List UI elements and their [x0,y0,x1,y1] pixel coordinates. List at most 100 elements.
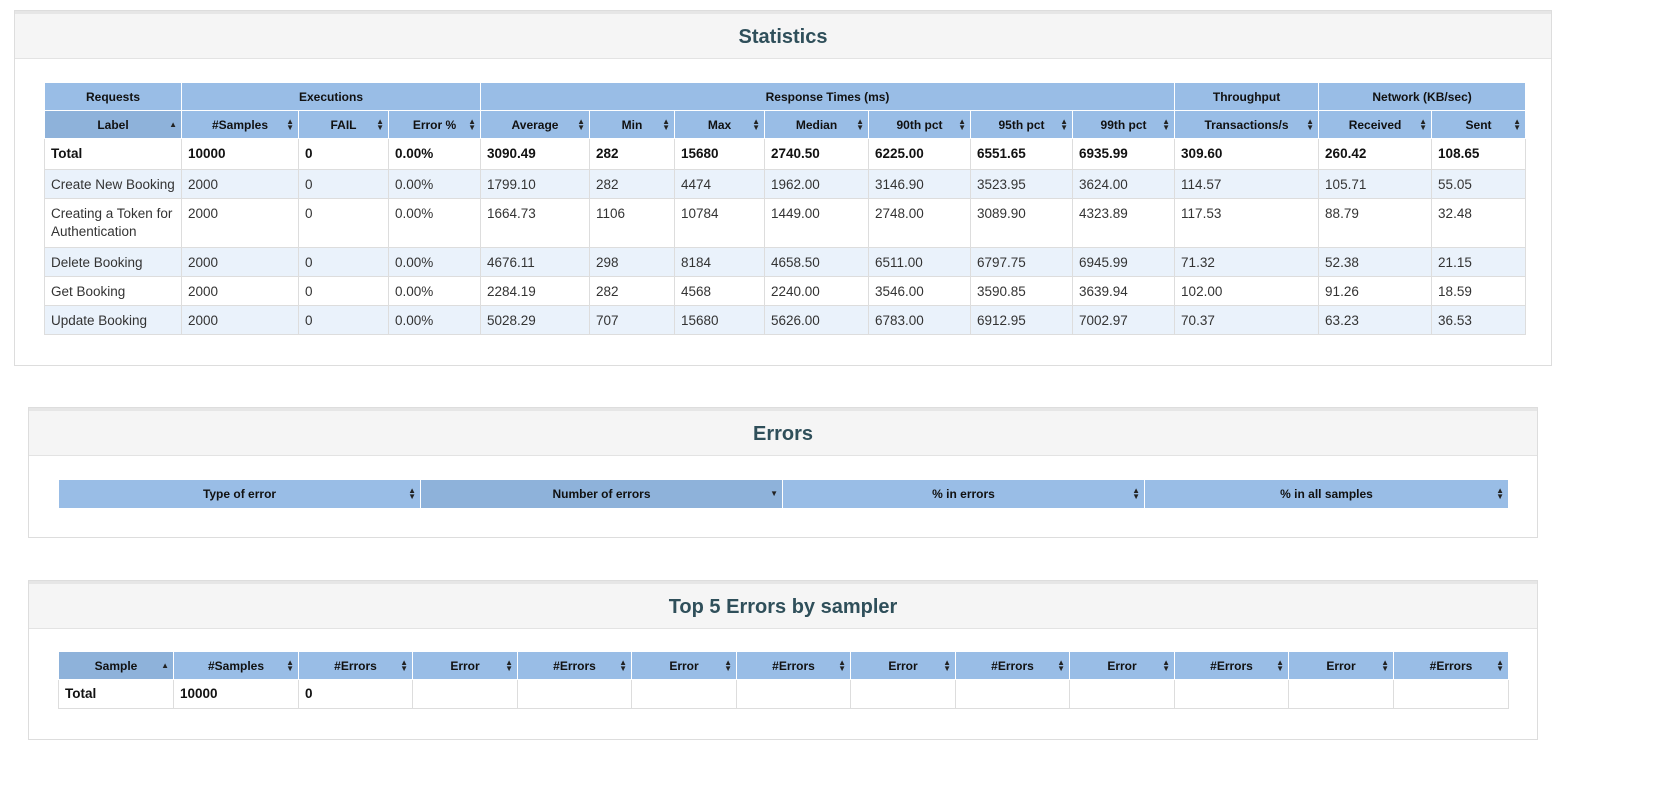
table-cell: 0.00% [387,198,482,248]
table-cell: 4658.50 [764,247,870,277]
column-header-error[interactable]: Error ▲ ▼ [1288,651,1394,680]
table-cell: 4323.89 [1072,198,1176,248]
column-header-label: Max [707,117,732,132]
table-cell [1288,679,1394,709]
table-cell: Update Booking [44,305,182,335]
table-cell: 5626.00 [764,305,870,335]
table-cell: 2000 [181,198,299,248]
table-cell: 6225.00 [868,138,972,170]
table-cell [850,679,956,709]
column-header-sent[interactable]: Sent ▲ ▼ [1431,110,1527,139]
column-header-in-errors[interactable]: % in errors ▲ ▼ [782,479,1145,509]
column-header-label: #Errors [991,658,1034,673]
table-cell: 4676.11 [480,247,591,277]
column-header-errors[interactable]: #Errors ▲ ▼ [517,651,632,680]
sort-both-icon: ▲ ▼ [958,116,967,132]
column-header-label: Number of errors [552,487,651,501]
table-cell: 6511.00 [868,247,972,277]
table-cell: 18.59 [1431,276,1527,306]
table-row: Delete Booking 2000 0 0.00% 4676.11 298 8184 46… [44,247,1527,277]
table-cell: 1106 [589,198,676,248]
column-header-in-all-samples[interactable]: % in all samples ▲ ▼ [1144,479,1509,509]
table-cell: 0 [298,305,389,335]
column-header-median[interactable]: Median ▲ ▼ [764,110,870,139]
sort-both-icon: ▲ ▼ [1060,116,1069,132]
column-header-error[interactable]: Error ▲ ▼ [631,651,737,680]
column-header-errors[interactable]: #Errors ▲ ▼ [1174,651,1289,680]
column-header-number-of-errors[interactable]: Number of errors ▼ [420,479,783,509]
column-header-error[interactable]: Error ▲ ▼ [412,651,518,680]
column-header-errors[interactable]: #Errors ▲ ▼ [298,651,413,680]
column-header-received[interactable]: Received ▲ ▼ [1318,110,1433,139]
top5-title: Top 5 Errors by sampler [29,581,1537,629]
column-header-transactions-s[interactable]: Transactions/s ▲ ▼ [1174,110,1320,139]
column-header-samples[interactable]: #Samples ▲ ▼ [173,651,299,680]
column-header-label: #Errors [553,658,596,673]
column-header-label: 95th pct [998,117,1045,132]
sort-both-icon: ▲ ▼ [943,657,951,673]
table-cell: 3090.49 [480,138,591,170]
table-cell: 36.53 [1431,305,1527,335]
table-cell: Get Booking [44,276,182,306]
column-header-sample[interactable]: Sample ▲ [58,651,174,680]
column-header-label: #Samples [207,658,265,673]
column-header-label: Sample [94,658,138,673]
column-group-network-kb-sec: Network (KB/sec) [1318,82,1527,111]
column-header-fail[interactable]: FAIL ▲ ▼ [298,110,389,139]
table-cell: 0 [298,679,413,709]
column-header-samples[interactable]: #Samples ▲ ▼ [181,110,299,139]
table-cell: 0 [298,247,389,277]
table-cell: 0.00% [387,247,482,277]
column-header-90th-pct[interactable]: 90th pct ▲ ▼ [868,110,972,139]
column-header-label[interactable]: Label ▲ [44,110,182,139]
column-header-error[interactable]: Error ▲ ▼ [850,651,956,680]
column-header-label: Average [511,117,559,132]
column-header-label: #Errors [1429,658,1473,673]
column-header-label: Error [1326,658,1356,673]
column-header-error[interactable]: Error ▲ ▼ [1069,651,1175,680]
table-cell: Delete Booking [44,247,182,277]
table-cell: 282 [589,138,676,170]
column-header-errors[interactable]: #Errors ▲ ▼ [1393,651,1509,680]
table-cell [1393,679,1509,709]
column-header-99th-pct[interactable]: 99th pct ▲ ▼ [1072,110,1176,139]
column-header-max[interactable]: Max ▲ ▼ [674,110,766,139]
sort-both-icon: ▲ ▼ [838,657,846,673]
sort-both-icon: ▲ ▼ [1496,657,1504,673]
table-cell: 1664.73 [480,198,591,248]
total-row: Total 10000 0 0.00% 3090.49 282 15680 2740.50 62… [44,138,1527,170]
sort-asc-icon: ▲ [169,119,177,129]
sort-both-icon: ▲ ▼ [577,116,586,132]
table-cell: 6551.65 [970,138,1074,170]
sort-both-icon: ▲ ▼ [505,657,513,673]
table-cell: 4474 [674,169,766,199]
table-cell: 2740.50 [764,138,870,170]
column-header-label: Sent [1465,117,1492,132]
table-row: Create New Booking 2000 0 0.00% 1799.10 282 44… [44,169,1527,199]
table-cell: 15680 [674,305,766,335]
table-cell: 707 [589,305,676,335]
top5-table: Sample ▲ #Samples ▲ ▼ #Errors ▲ ▼ Error ▲ ▼ #Errors… [58,651,1509,709]
sort-both-icon: ▲ ▼ [286,116,294,132]
table-cell [631,679,737,709]
table-cell: 6797.75 [970,247,1074,277]
column-header-min[interactable]: Min ▲ ▼ [589,110,676,139]
column-header-label: FAIL [330,117,357,132]
column-header-label: #Samples [211,117,269,132]
table-cell: 21.15 [1431,247,1527,277]
table-row: Update Booking 2000 0 0.00% 5028.29 707 15680 5… [44,305,1527,335]
sort-both-icon: ▲ ▼ [724,657,732,673]
sort-both-icon: ▲ ▼ [376,116,384,132]
table-cell: 105.71 [1318,169,1433,199]
table-cell: 117.53 [1174,198,1320,248]
sort-both-icon: ▲ ▼ [408,486,416,501]
column-header-label: 90th pct [896,117,943,132]
column-header-average[interactable]: Average ▲ ▼ [480,110,591,139]
column-header-errors[interactable]: #Errors ▲ ▼ [736,651,851,680]
column-header-errors[interactable]: #Errors ▲ ▼ [955,651,1070,680]
table-cell: Creating a Token for Authentication [44,198,182,248]
table-cell: 1962.00 [764,169,870,199]
column-header-error[interactable]: Error % ▲ ▼ [387,110,482,139]
column-header-type-of-error[interactable]: Type of error ▲ ▼ [58,479,421,509]
column-header-95th-pct[interactable]: 95th pct ▲ ▼ [970,110,1074,139]
